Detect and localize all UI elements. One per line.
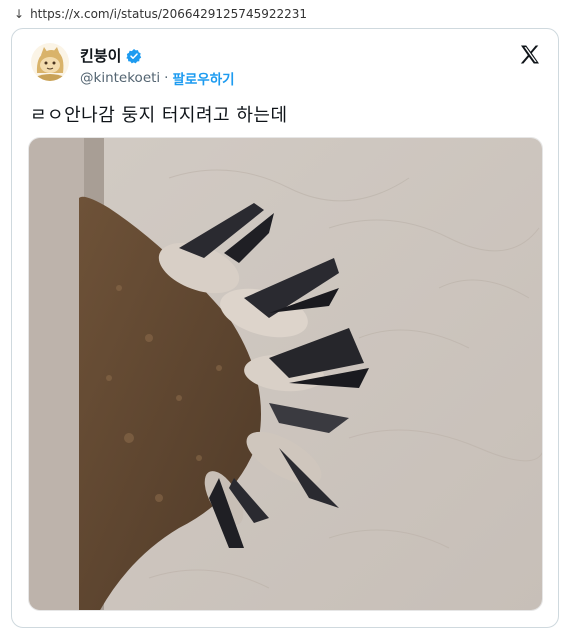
tweet-photo[interactable] — [28, 137, 543, 611]
x-logo-icon[interactable] — [518, 43, 542, 67]
separator-dot: · — [164, 70, 169, 86]
tweet-card[interactable]: 킨붕이 @kintekoeti · 팔로우하기 ㄹㅇ안나감 둥지 터지려고 하는… — [11, 28, 559, 628]
tweet-text: ㄹㅇ안나감 둥지 터지려고 하는데 — [30, 105, 288, 126]
author-name-row: 킨붕이 — [80, 45, 142, 66]
follow-button[interactable]: 팔로우하기 — [172, 68, 234, 88]
url-text[interactable]: https://x.com/i/status/20664291257459222… — [30, 7, 307, 21]
author-handle-row: @kintekoeti · 팔로우하기 — [80, 68, 235, 88]
verified-badge-icon — [126, 48, 142, 63]
browser-url-bar: ↓ https://x.com/i/status/206642912574592… — [0, 0, 571, 28]
download-arrow-icon: ↓ — [14, 7, 25, 21]
display-name[interactable]: 킨붕이 — [80, 45, 121, 66]
author-handle[interactable]: @kintekoeti — [80, 70, 160, 86]
avatar[interactable] — [31, 43, 69, 81]
